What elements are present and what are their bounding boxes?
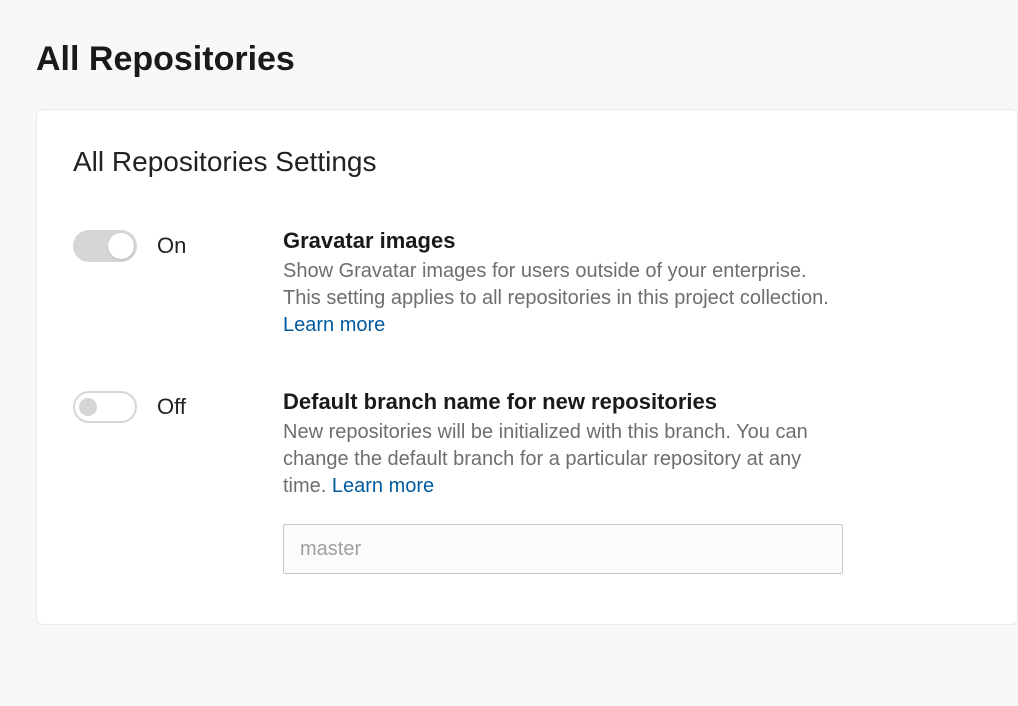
toggle-label-gravatar: On [157, 233, 186, 259]
toggle-label-default-branch: Off [157, 394, 186, 420]
setting-gravatar: On Gravatar images Show Gravatar images … [73, 228, 981, 339]
page-title: All Repositories [0, 0, 1018, 79]
toggle-default-branch[interactable] [73, 391, 137, 423]
setting-title-default-branch: Default branch name for new repositories [283, 389, 843, 415]
default-branch-input[interactable] [283, 524, 843, 574]
toggle-knob-icon [79, 398, 97, 416]
learn-more-default-branch[interactable]: Learn more [332, 475, 434, 497]
setting-default-branch: Off Default branch name for new reposito… [73, 389, 981, 574]
card-title: All Repositories Settings [73, 146, 981, 178]
setting-desc-gravatar: Show Gravatar images for users outside o… [283, 258, 843, 339]
learn-more-gravatar[interactable]: Learn more [283, 314, 385, 336]
setting-body-gravatar: Gravatar images Show Gravatar images for… [283, 228, 843, 339]
toggle-cell-gravatar: On [73, 228, 283, 262]
setting-body-default-branch: Default branch name for new repositories… [283, 389, 843, 574]
toggle-knob-icon [108, 233, 134, 259]
settings-card: All Repositories Settings On Gravatar im… [36, 109, 1018, 625]
toggle-cell-default-branch: Off [73, 389, 283, 423]
setting-desc-default-branch: New repositories will be initialized wit… [283, 419, 843, 500]
toggle-gravatar[interactable] [73, 230, 137, 262]
desc-text-gravatar: Show Gravatar images for users outside o… [283, 260, 829, 309]
setting-title-gravatar: Gravatar images [283, 228, 843, 254]
